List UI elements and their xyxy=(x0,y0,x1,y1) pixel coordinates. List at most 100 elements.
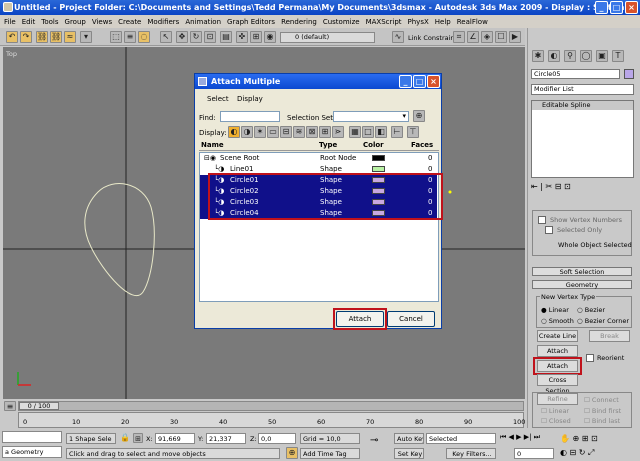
bind-icon[interactable]: ≈ xyxy=(64,31,76,43)
shapes-filter-icon[interactable]: ◑ xyxy=(241,126,253,138)
menu-item-help[interactable]: Help xyxy=(435,18,451,26)
select-invert-icon[interactable]: ◧ xyxy=(375,126,387,138)
menu-item-edit[interactable]: Edit xyxy=(22,18,36,26)
render-icon[interactable]: ▶ xyxy=(509,31,521,43)
track-bar[interactable]: 0 10 20 30 40 50 60 70 80 90 100 xyxy=(18,412,525,428)
stack-item[interactable]: Editable Spline xyxy=(532,101,633,110)
time-slider-thumb[interactable]: 0 / 100 xyxy=(19,402,59,410)
smooth-radio[interactable]: ○ Smooth xyxy=(541,317,574,325)
selection-set-dropdown[interactable]: ▾ xyxy=(333,111,409,122)
bezier-corner-radio[interactable]: ○ Bezier Corner xyxy=(577,317,629,325)
display-tab-icon[interactable]: ▣ xyxy=(596,50,608,62)
menu-item-maxscript[interactable]: MAXScript xyxy=(366,18,402,26)
key-selection-dropdown[interactable]: Selected xyxy=(426,433,496,444)
menu-item-file[interactable]: File xyxy=(4,18,16,26)
maxscript-listener[interactable] xyxy=(2,431,62,443)
modifier-list-dropdown[interactable]: Modifier List xyxy=(531,84,634,95)
link-icon[interactable]: ⛓ xyxy=(36,31,48,43)
bezier-radio[interactable]: ○ Bezier xyxy=(577,306,605,314)
spline-shape[interactable] xyxy=(84,183,155,296)
layer-icon[interactable]: ◉ xyxy=(264,31,276,43)
menu-item-tools[interactable]: Tools xyxy=(41,18,58,26)
refine-button[interactable]: Refine xyxy=(537,393,578,405)
mini-curve-editor-icon[interactable]: ≡ xyxy=(4,401,16,411)
geometry-filter-icon[interactable]: ◐ xyxy=(228,126,240,138)
col-type[interactable]: Type xyxy=(319,141,337,149)
lights-filter-icon[interactable]: ✶ xyxy=(254,126,266,138)
manipulate-icon[interactable]: ⊞ xyxy=(250,31,262,43)
linear-radio[interactable]: ● Linear xyxy=(541,306,569,314)
menu-item-physx[interactable]: PhysX xyxy=(408,18,429,26)
angle-snap-icon[interactable]: ∠ xyxy=(467,31,479,43)
window-crossing-icon[interactable]: ◌ xyxy=(138,31,150,43)
geometry-rollout[interactable]: Geometry xyxy=(532,280,632,289)
menu-item-rendering[interactable]: Rendering xyxy=(281,18,317,26)
pivot-icon[interactable]: ✜ xyxy=(236,31,248,43)
lock-icon[interactable]: 🔒 xyxy=(120,433,130,442)
reorient-checkbox[interactable] xyxy=(586,354,594,362)
minimize-button[interactable]: _ xyxy=(595,1,608,14)
key-icon[interactable]: ⊸ xyxy=(370,435,378,446)
menu-item-customize[interactable]: Customize xyxy=(323,18,360,26)
create-tab-icon[interactable]: ✱ xyxy=(532,50,544,62)
y-coordinate-field[interactable]: 21,337 xyxy=(206,433,246,444)
key-filters-button[interactable]: Key Filters... xyxy=(446,448,496,459)
attach-button[interactable]: Attach xyxy=(537,345,578,357)
helpers-filter-icon[interactable]: ⊟ xyxy=(280,126,292,138)
region-select-icon[interactable]: ⬚ xyxy=(110,31,122,43)
modify-tab-icon[interactable]: ◐ xyxy=(548,50,560,62)
select-all-icon[interactable]: ▦ xyxy=(349,126,361,138)
selected-only-checkbox[interactable] xyxy=(545,226,553,234)
break-button[interactable]: Break xyxy=(589,330,630,342)
menu-item-modifiers[interactable]: Modifiers xyxy=(147,18,179,26)
curve-editor-icon[interactable]: ∿ xyxy=(392,31,404,43)
object-name-field[interactable]: Circle05 xyxy=(531,69,620,79)
auto-key-button[interactable]: Auto Key xyxy=(394,433,424,444)
z-coordinate-field[interactable]: 0,0 xyxy=(258,433,296,444)
closed-checkbox[interactable]: ☐ Closed xyxy=(541,417,571,425)
material-editor-icon[interactable]: ◈ xyxy=(481,31,493,43)
col-color[interactable]: Color xyxy=(363,141,384,149)
dialog-menu-display[interactable]: Display xyxy=(237,95,263,103)
cross-section-button[interactable]: Cross Section xyxy=(537,374,578,395)
spacewarps-filter-icon[interactable]: ≋ xyxy=(293,126,305,138)
object-color-swatch[interactable] xyxy=(624,69,634,79)
dialog-menu-select[interactable]: Select xyxy=(207,95,229,103)
create-line-button[interactable]: Create Line xyxy=(537,330,578,342)
reference-coord-icon[interactable]: ▤ xyxy=(220,31,232,43)
sort-icon[interactable]: ⊤ xyxy=(407,126,419,138)
maxscript-output[interactable]: a Geometry xyxy=(2,446,62,458)
playback-controls[interactable]: ⏮ ◀ ▶ ▶| ⏭ xyxy=(500,433,540,442)
viewport-nav-controls[interactable]: ✋ ⊕ ⊞ ⊡ xyxy=(560,434,598,443)
time-tag-icon[interactable]: ⊕ xyxy=(286,447,298,459)
menu-item-animation[interactable]: Animation xyxy=(185,18,221,26)
menu-item-views[interactable]: Views xyxy=(92,18,112,26)
bones-filter-icon[interactable]: ⋗ xyxy=(332,126,344,138)
rotate-icon[interactable]: ↻ xyxy=(190,31,202,43)
render-setup-icon[interactable]: ☐ xyxy=(495,31,507,43)
current-frame-field[interactable]: 0 xyxy=(514,448,554,459)
linear-checkbox[interactable]: ☐ Linear xyxy=(541,407,569,415)
unlink-icon[interactable]: ⛓ xyxy=(50,31,62,43)
scale-icon[interactable]: ⊡ xyxy=(204,31,216,43)
list-item[interactable]: ⊟◉ Scene Root Root Node 0 xyxy=(200,153,437,164)
snap-icon[interactable]: ⌗ xyxy=(453,31,465,43)
col-faces[interactable]: Faces xyxy=(411,141,433,149)
viewport-nav-controls-2[interactable]: ◐ ⊟ ↻ ⤢ xyxy=(560,448,594,458)
find-input[interactable] xyxy=(220,111,280,122)
maximize-button[interactable]: □ xyxy=(610,1,623,14)
x-coordinate-field[interactable]: 91,669 xyxy=(155,433,195,444)
connect-checkbox[interactable]: ☐ Connect xyxy=(584,396,619,404)
time-slider[interactable]: 0 / 100 xyxy=(18,401,524,411)
menu-item-realflow[interactable]: RealFlow xyxy=(457,18,488,26)
bind-last-checkbox[interactable]: ☐ Bind last xyxy=(584,417,620,425)
menu-item-group[interactable]: Group xyxy=(65,18,86,26)
select-icon[interactable]: ↖ xyxy=(160,31,172,43)
set-key-button[interactable]: Set Key xyxy=(394,448,424,459)
select-by-name-icon[interactable]: ≡ xyxy=(124,31,136,43)
selection-set-icon[interactable]: ⊕ xyxy=(413,110,425,122)
show-vertex-numbers-checkbox[interactable] xyxy=(538,216,546,224)
layer-dropdown[interactable]: 0 (default) xyxy=(280,32,375,43)
dialog-close-button[interactable]: × xyxy=(427,75,440,88)
xrefs-filter-icon[interactable]: ⊞ xyxy=(319,126,331,138)
